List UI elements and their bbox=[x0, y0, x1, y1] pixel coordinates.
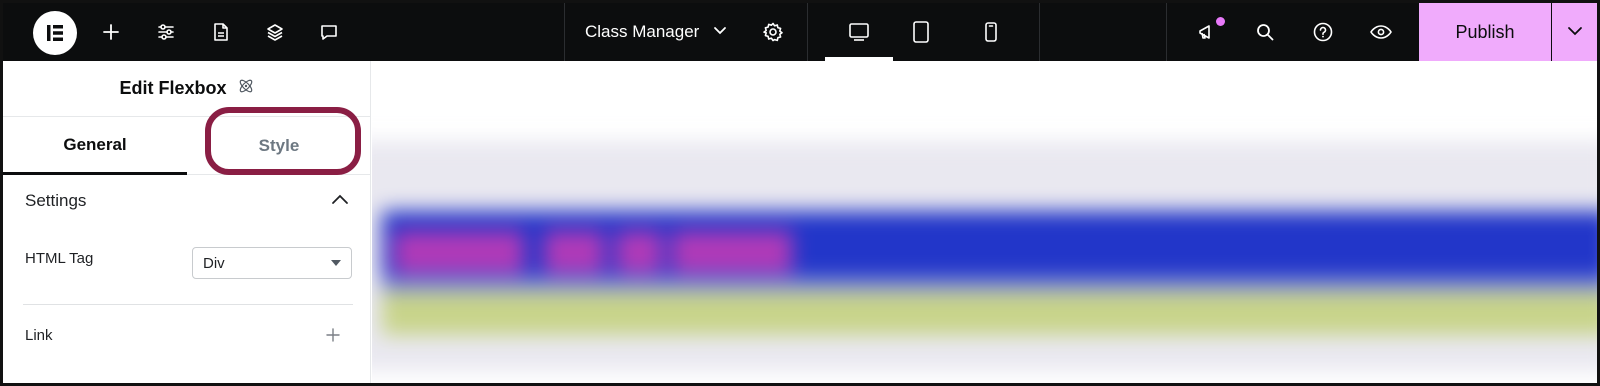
elementor-logo-icon[interactable] bbox=[33, 11, 77, 55]
html-tag-value: Div bbox=[203, 254, 225, 272]
atom-icon bbox=[237, 77, 255, 100]
chevron-down-icon bbox=[713, 23, 727, 41]
toolbar-separator bbox=[564, 3, 565, 61]
comment-icon[interactable] bbox=[307, 3, 351, 61]
settings-section-header[interactable]: Settings bbox=[3, 177, 371, 225]
settings-section-title: Settings bbox=[25, 191, 87, 210]
eye-icon[interactable] bbox=[1359, 3, 1403, 61]
style-tab-highlight bbox=[205, 107, 361, 175]
chevron-up-icon bbox=[331, 192, 349, 210]
notification-dot bbox=[1216, 17, 1225, 26]
help-icon[interactable] bbox=[1301, 3, 1345, 61]
editor-top-bar: Class Manager Publish bbox=[3, 3, 1597, 61]
gear-icon[interactable] bbox=[751, 3, 795, 61]
page-icon[interactable] bbox=[199, 3, 243, 61]
html-tag-select[interactable]: Div bbox=[192, 247, 352, 279]
canvas-preview[interactable] bbox=[372, 61, 1597, 383]
toolbar-separator bbox=[1039, 3, 1040, 61]
caret-down-icon bbox=[331, 260, 341, 266]
section-divider bbox=[23, 304, 353, 305]
panel-title: Edit Flexbox bbox=[119, 78, 227, 98]
search-icon[interactable] bbox=[1243, 3, 1287, 61]
add-link-icon[interactable] bbox=[325, 325, 341, 347]
publish-options-button[interactable] bbox=[1552, 3, 1597, 61]
tab-general[interactable]: General bbox=[3, 117, 187, 175]
announcement-icon[interactable] bbox=[1185, 3, 1229, 61]
tablet-icon[interactable] bbox=[895, 3, 947, 61]
sliders-icon[interactable] bbox=[144, 3, 188, 61]
toolbar-separator bbox=[1166, 3, 1167, 61]
html-tag-label: HTML Tag bbox=[25, 250, 94, 267]
plus-icon[interactable] bbox=[89, 3, 133, 61]
class-manager-label: Class Manager bbox=[585, 22, 700, 41]
link-label: Link bbox=[25, 327, 53, 344]
desktop-icon[interactable] bbox=[825, 3, 893, 61]
mobile-icon[interactable] bbox=[965, 3, 1017, 61]
toolbar-separator bbox=[807, 3, 808, 61]
layers-icon[interactable] bbox=[253, 3, 297, 61]
class-manager-button[interactable]: Class Manager bbox=[585, 3, 735, 61]
publish-button[interactable]: Publish bbox=[1419, 3, 1551, 61]
chevron-down-icon bbox=[1567, 23, 1583, 41]
blurred-preview-content bbox=[372, 61, 1597, 383]
screenshot-frame: Class Manager Publish Edit Flexbox Gener… bbox=[0, 0, 1600, 386]
